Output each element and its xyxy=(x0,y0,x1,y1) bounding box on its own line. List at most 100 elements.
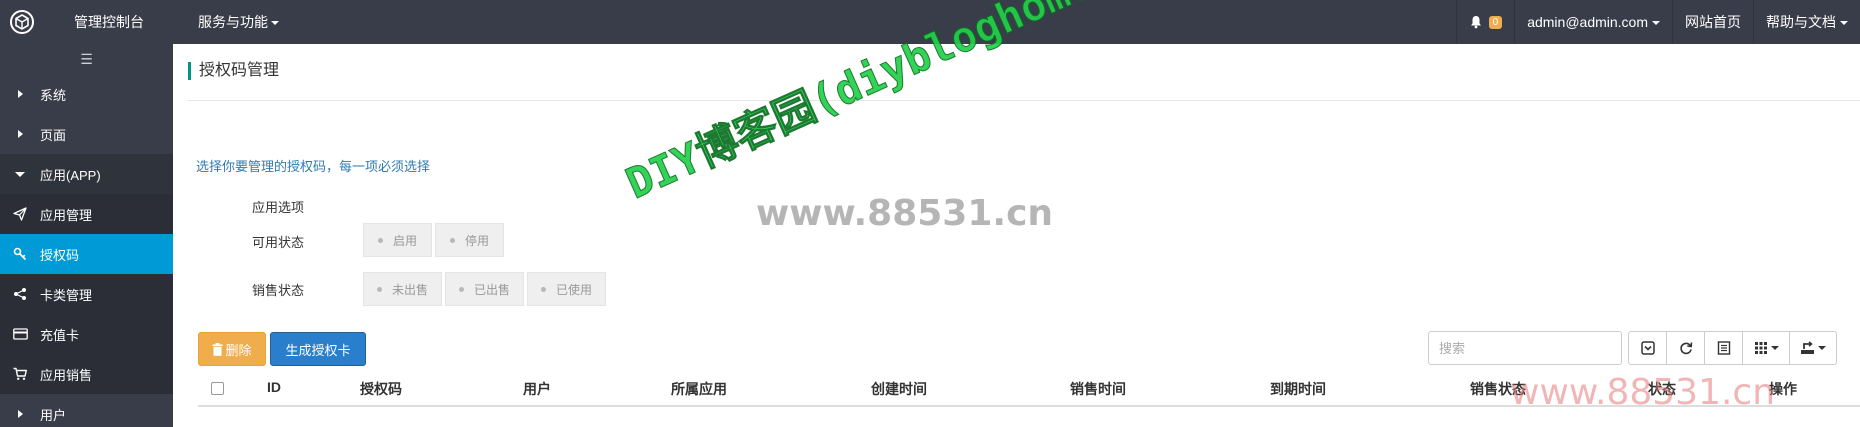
site-home-link[interactable]: 网站首页 xyxy=(1672,0,1753,44)
services-menu-label: 服务与功能 xyxy=(198,14,268,30)
refresh-icon xyxy=(1679,342,1692,355)
option-label: 已使用 xyxy=(555,282,592,297)
cart-icon xyxy=(13,367,27,380)
delete-button-label: 删除 xyxy=(225,342,252,358)
top-right-nav: 0 admin@admin.com 网站首页 帮助与文档 xyxy=(1455,0,1860,44)
column-header-app[interactable]: 所属应用 xyxy=(671,379,727,399)
delete-button[interactable]: 删除 xyxy=(198,332,266,366)
sidebar-item-label: 充值卡 xyxy=(40,327,80,343)
sidebar-item-label: 应用(APP) xyxy=(40,167,101,183)
chevron-right-icon xyxy=(17,410,23,418)
user-menu[interactable]: admin@admin.com xyxy=(1514,0,1672,44)
sidebar-item-label: 系统 xyxy=(40,87,67,103)
grid-icon xyxy=(1754,342,1767,354)
option-label: 已出售 xyxy=(473,282,510,297)
search-input[interactable] xyxy=(1428,331,1622,365)
status-option-disabled[interactable]: 停用 xyxy=(435,223,504,257)
sale-option-unsold[interactable]: 未出售 xyxy=(363,272,442,306)
paper-plane-icon xyxy=(13,207,27,221)
trash-icon xyxy=(212,342,223,356)
option-label: 停用 xyxy=(464,233,489,248)
title-divider xyxy=(188,100,1860,101)
top-bar: 管理控制台 服务与功能 0 admin@admin.com 网站首页 帮助与文档 xyxy=(0,0,1860,44)
chevron-right-icon xyxy=(17,90,23,98)
column-header-actions: 操作 xyxy=(1769,381,1797,397)
column-header-sale-time[interactable]: 销售时间 xyxy=(1070,379,1126,399)
toggle-view-button[interactable] xyxy=(1704,331,1743,365)
sale-label: 销售状态 xyxy=(252,283,305,298)
sidebar-item-system[interactable]: 系统 xyxy=(0,74,173,114)
option-label: 启用 xyxy=(392,233,417,248)
sidebar-item-app-sales[interactable]: 应用销售 xyxy=(0,354,173,394)
site-home-label: 网站首页 xyxy=(1685,14,1741,30)
chevron-down-icon xyxy=(15,171,25,177)
cube-logo-icon xyxy=(10,10,34,34)
list-view-icon xyxy=(1717,341,1730,355)
sale-option-used[interactable]: 已使用 xyxy=(527,272,606,306)
help-menu-label: 帮助与文档 xyxy=(1766,14,1836,30)
column-header-expire-time[interactable]: 到期时间 xyxy=(1270,379,1326,399)
sidebar-item-app[interactable]: 应用(APP) xyxy=(0,154,173,194)
app-option-label: 应用选项 xyxy=(252,200,305,215)
radio-dot-icon xyxy=(376,286,382,292)
credit-card-icon xyxy=(12,328,28,340)
table-header: ID 授权码 用户 所属应用 创建时间 销售时间 到期时间 销售状态 状态 操作 xyxy=(198,369,1860,407)
chevron-down-icon xyxy=(1840,21,1848,25)
select-all-checkbox[interactable] xyxy=(211,382,224,395)
option-label: 未出售 xyxy=(391,282,428,297)
sidebar-item-label: 授权码 xyxy=(40,247,80,263)
generate-card-button[interactable]: 生成授权卡 xyxy=(270,332,366,366)
chevron-down-icon xyxy=(1652,21,1660,25)
main-content: 授权码管理 选择你要管理的授权码，每一项必须选择 应用选项 可用状态 启用 停用… xyxy=(173,44,1860,427)
sidebar-item-label: 应用管理 xyxy=(40,207,93,223)
selection-hint: 选择你要管理的授权码，每一项必须选择 xyxy=(196,159,431,174)
radio-dot-icon xyxy=(449,237,455,243)
table-toolbar xyxy=(1628,331,1837,365)
column-header-status[interactable]: 状态 xyxy=(1648,379,1676,399)
status-option-enabled[interactable]: 启用 xyxy=(363,223,432,257)
sidebar-item-recharge-card[interactable]: 充值卡 xyxy=(0,314,173,354)
logo[interactable] xyxy=(0,0,44,44)
column-header-user[interactable]: 用户 xyxy=(523,379,551,399)
column-header-sale-status[interactable]: 销售状态 xyxy=(1470,379,1526,399)
chevron-down-icon xyxy=(271,21,279,25)
help-menu[interactable]: 帮助与文档 xyxy=(1753,0,1860,44)
share-icon xyxy=(14,288,26,300)
sidebar-item-app-management[interactable]: 应用管理 xyxy=(0,194,173,234)
refresh-button[interactable] xyxy=(1666,331,1705,365)
column-header-auth-code[interactable]: 授权码 xyxy=(360,379,402,399)
radio-dot-icon xyxy=(458,286,464,292)
notifications-button[interactable]: 0 xyxy=(1455,0,1515,44)
notification-badge: 0 xyxy=(1488,15,1503,29)
collapse-icon xyxy=(1640,341,1655,355)
brand-title[interactable]: 管理控制台 xyxy=(44,12,174,32)
key-icon xyxy=(13,247,27,261)
sidebar-item-users[interactable]: 用户 xyxy=(0,394,173,427)
columns-button[interactable] xyxy=(1742,331,1790,365)
user-email: admin@admin.com xyxy=(1527,14,1648,30)
page-title: 授权码管理 xyxy=(188,62,279,80)
radio-dot-icon xyxy=(540,286,546,292)
export-button[interactable] xyxy=(1789,331,1837,365)
column-header-id[interactable]: ID xyxy=(267,379,281,395)
sidebar: ☰ 系统 页面 应用(APP) 应用管理 授权码 卡类管理 充值卡 应用销售 用… xyxy=(0,44,173,427)
sidebar-item-pages[interactable]: 页面 xyxy=(0,114,173,154)
export-icon xyxy=(1801,341,1814,354)
sidebar-item-label: 应用销售 xyxy=(40,367,93,383)
chevron-down-icon xyxy=(1770,346,1779,350)
chevron-right-icon xyxy=(17,130,23,138)
sidebar-toggle-icon[interactable]: ☰ xyxy=(0,44,173,74)
toggle-pagination-button[interactable] xyxy=(1628,331,1667,365)
services-menu[interactable]: 服务与功能 xyxy=(198,12,279,32)
sidebar-item-label: 用户 xyxy=(40,407,67,423)
column-header-created-time[interactable]: 创建时间 xyxy=(871,379,927,399)
sidebar-item-label: 卡类管理 xyxy=(40,287,93,303)
sidebar-item-label: 页面 xyxy=(40,127,67,143)
radio-dot-icon xyxy=(377,237,383,243)
status-label: 可用状态 xyxy=(252,235,305,250)
sidebar-item-auth-code[interactable]: 授权码 xyxy=(0,234,173,274)
chevron-down-icon xyxy=(1818,346,1826,350)
sale-option-sold[interactable]: 已出售 xyxy=(445,272,524,306)
bell-icon xyxy=(1470,16,1481,29)
sidebar-item-card-types[interactable]: 卡类管理 xyxy=(0,274,173,314)
